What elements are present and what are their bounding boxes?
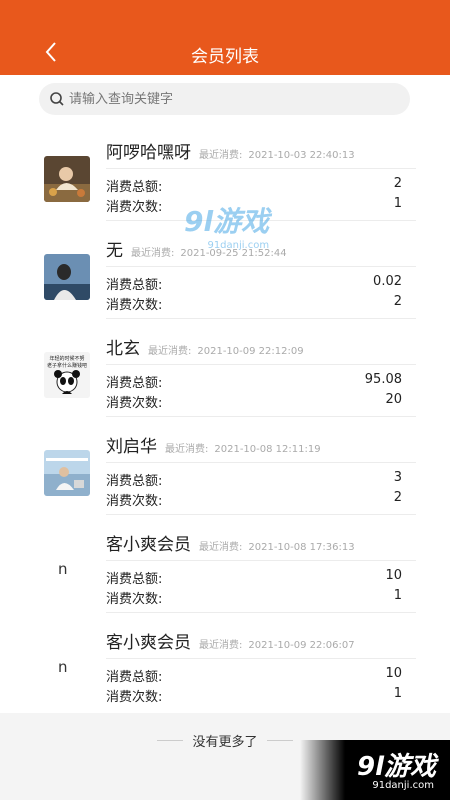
count-label: 消费次数: (106, 396, 163, 411)
total-value: 10 (385, 666, 402, 681)
divider (106, 318, 416, 319)
avatar (44, 156, 90, 202)
recent-label: 最近消费: (165, 444, 209, 455)
count-value: 2 (393, 490, 402, 505)
watermark-logo: 9l游戏 (184, 205, 270, 238)
member-name: 客小爽会员 (106, 535, 191, 555)
avatar-placeholder: n (58, 560, 68, 578)
count-value: 1 (393, 196, 402, 211)
watermark-url: 91danji.com (207, 240, 270, 251)
avatar-caption-bottom: 老子拿什么赚钱吧 (47, 362, 87, 369)
search-input[interactable] (69, 83, 389, 115)
recent-label: 最近消费: (148, 346, 192, 357)
total-value: 0.02 (373, 274, 402, 289)
total-label: 消费总额: (106, 474, 163, 489)
member-name: 客小爽会员 (106, 633, 191, 653)
total-value: 95.08 (364, 372, 402, 387)
last-consume-date: 2021-10-08 12:11:19 (214, 444, 321, 455)
member-name: 阿啰哈嘿呀 (106, 143, 191, 163)
total-label: 消费总额: (106, 180, 163, 195)
search-icon (50, 92, 64, 106)
last-consume-date: 2021-10-08 17:36:13 (248, 542, 355, 553)
watermark-corner: 9l游戏 91danji.com (300, 740, 450, 800)
member-name: 北玄 (106, 339, 140, 359)
total-value: 10 (385, 568, 402, 583)
search-bar[interactable] (39, 83, 410, 115)
recent-label: 最近消费: (199, 150, 243, 161)
recent-label: 最近消费: (199, 640, 243, 651)
list-item[interactable]: 年轻的时候不努 老子拿什么赚钱吧 北玄 最近消费: 2021-10-09 22:… (0, 326, 450, 424)
count-label: 消费次数: (106, 592, 163, 607)
count-label: 消费次数: (106, 298, 163, 313)
member-name: 刘启华 (106, 437, 157, 457)
page-title: 会员列表 (191, 47, 259, 67)
total-value: 3 (393, 470, 402, 485)
count-label: 消费次数: (106, 690, 163, 705)
avatar: 年轻的时候不努 老子拿什么赚钱吧 (44, 352, 90, 398)
total-value: 2 (393, 176, 402, 191)
count-label: 消费次数: (106, 494, 163, 509)
list-item[interactable]: 刘启华 最近消费: 2021-10-08 12:11:19 消费总额: 3 消费… (0, 424, 450, 522)
app-header: 会员列表 (0, 0, 450, 75)
divider (106, 416, 416, 417)
avatar-caption-top: 年轻的时候不努 (49, 355, 84, 362)
member-name: 无 (106, 241, 123, 261)
count-value: 20 (385, 392, 402, 407)
recent-label: 最近消费: (199, 542, 243, 553)
watermark-corner-logo: 9l游戏 (356, 752, 436, 782)
recent-label: 最近消费: (131, 248, 175, 259)
total-label: 消费总额: (106, 376, 163, 391)
count-value: 1 (393, 588, 402, 603)
list-item[interactable]: n 客小爽会员 最近消费: 2021-10-08 17:36:13 消费总额: … (0, 522, 450, 620)
avatar (44, 450, 90, 496)
avatar-placeholder: n (58, 658, 68, 676)
count-label: 消费次数: (106, 200, 163, 215)
divider (106, 514, 416, 515)
last-consume-date: 2021-10-09 22:12:09 (197, 346, 304, 357)
count-value: 2 (393, 294, 402, 309)
last-consume-date: 2021-10-03 22:40:13 (248, 150, 355, 161)
count-value: 1 (393, 686, 402, 701)
total-label: 消费总额: (106, 278, 163, 293)
avatar (44, 254, 90, 300)
divider (267, 740, 293, 741)
total-label: 消费总额: (106, 670, 163, 685)
divider (106, 612, 416, 613)
list-item[interactable]: n 客小爽会员 最近消费: 2021-10-09 22:06:07 消费总额: … (0, 620, 450, 718)
total-label: 消费总额: (106, 572, 163, 587)
last-consume-date: 2021-10-09 22:06:07 (248, 640, 355, 651)
watermark-corner-url: 91danji.com (372, 780, 434, 791)
watermark-center: 9l游戏 91danji.com (184, 200, 269, 251)
